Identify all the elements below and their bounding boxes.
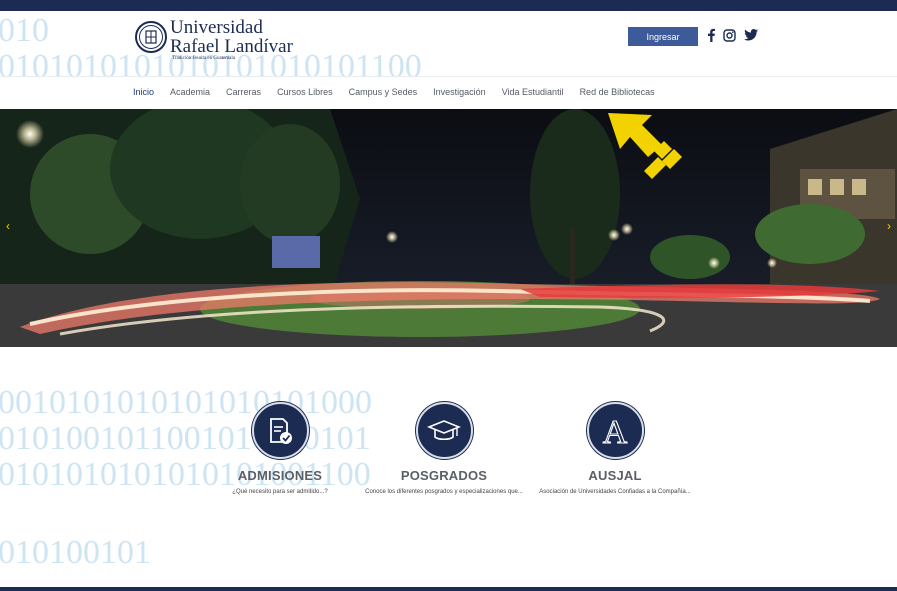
login-button[interactable]: Ingresar (628, 27, 698, 46)
university-logo[interactable]: Universidad Rafael Landívar Tradición Je… (135, 18, 293, 62)
card-title: ADMISIONES (237, 468, 323, 483)
logo-text-line2: Rafael Landívar (170, 36, 293, 57)
card-description: ¿Qué necesito para ser admitido...? (232, 489, 328, 495)
nav-item-vida-estudiantil[interactable]: Vida Estudiantil (502, 87, 564, 97)
university-seal-icon (135, 21, 167, 53)
nav-item-cursos-libres[interactable]: Cursos Libres (277, 87, 333, 97)
nav-item-red-de-bibliotecas[interactable]: Red de Bibliotecas (580, 87, 655, 97)
main-navigation: Inicio Academia Carreras Cursos Libres C… (133, 87, 671, 97)
nav-item-carreras[interactable]: Carreras (226, 87, 261, 97)
card-posgrados[interactable]: POSGRADOS Conoce los diferentes posgrado… (359, 402, 529, 496)
header-divider (0, 76, 897, 77)
logo-text-line1: Universidad (170, 17, 263, 38)
background-binary: 010100101 (0, 534, 151, 571)
facebook-icon[interactable] (704, 28, 718, 42)
nav-item-academia[interactable]: Academia (170, 87, 210, 97)
card-ausjal[interactable]: A AUSJAL Asociación de Universidades Con… (530, 402, 700, 496)
card-title: AUSJAL (588, 468, 642, 483)
top-bar (0, 0, 897, 11)
card-title: POSGRADOS (400, 468, 488, 483)
slide-prev-arrow[interactable]: ‹ (6, 219, 10, 233)
svg-text:A: A (603, 414, 628, 448)
nav-item-inicio[interactable]: Inicio (133, 87, 154, 97)
annotation-arrow-icon (608, 113, 682, 179)
hero-slideshow[interactable]: ‹ › (0, 109, 897, 347)
letter-a-icon: A (586, 402, 644, 459)
bottom-bar (0, 587, 897, 591)
card-admisiones[interactable]: ADMISIONES ¿Qué necesito para ser admiti… (195, 402, 365, 496)
card-description: Asociación de Universidades Confiadas a … (539, 489, 691, 495)
instagram-icon[interactable] (722, 28, 736, 42)
campus-night-photo (0, 109, 897, 347)
graduation-cap-icon (415, 402, 473, 459)
card-description: Conoce los diferentes posgrados y especi… (365, 489, 523, 495)
background-binary: 010 (0, 12, 49, 49)
nav-item-campus-y-sedes[interactable]: Campus y Sedes (349, 87, 418, 97)
nav-item-investigacion[interactable]: Investigación (433, 87, 486, 97)
twitter-icon[interactable] (744, 28, 758, 42)
document-check-icon (251, 402, 309, 459)
slide-next-arrow[interactable]: › (887, 219, 891, 233)
